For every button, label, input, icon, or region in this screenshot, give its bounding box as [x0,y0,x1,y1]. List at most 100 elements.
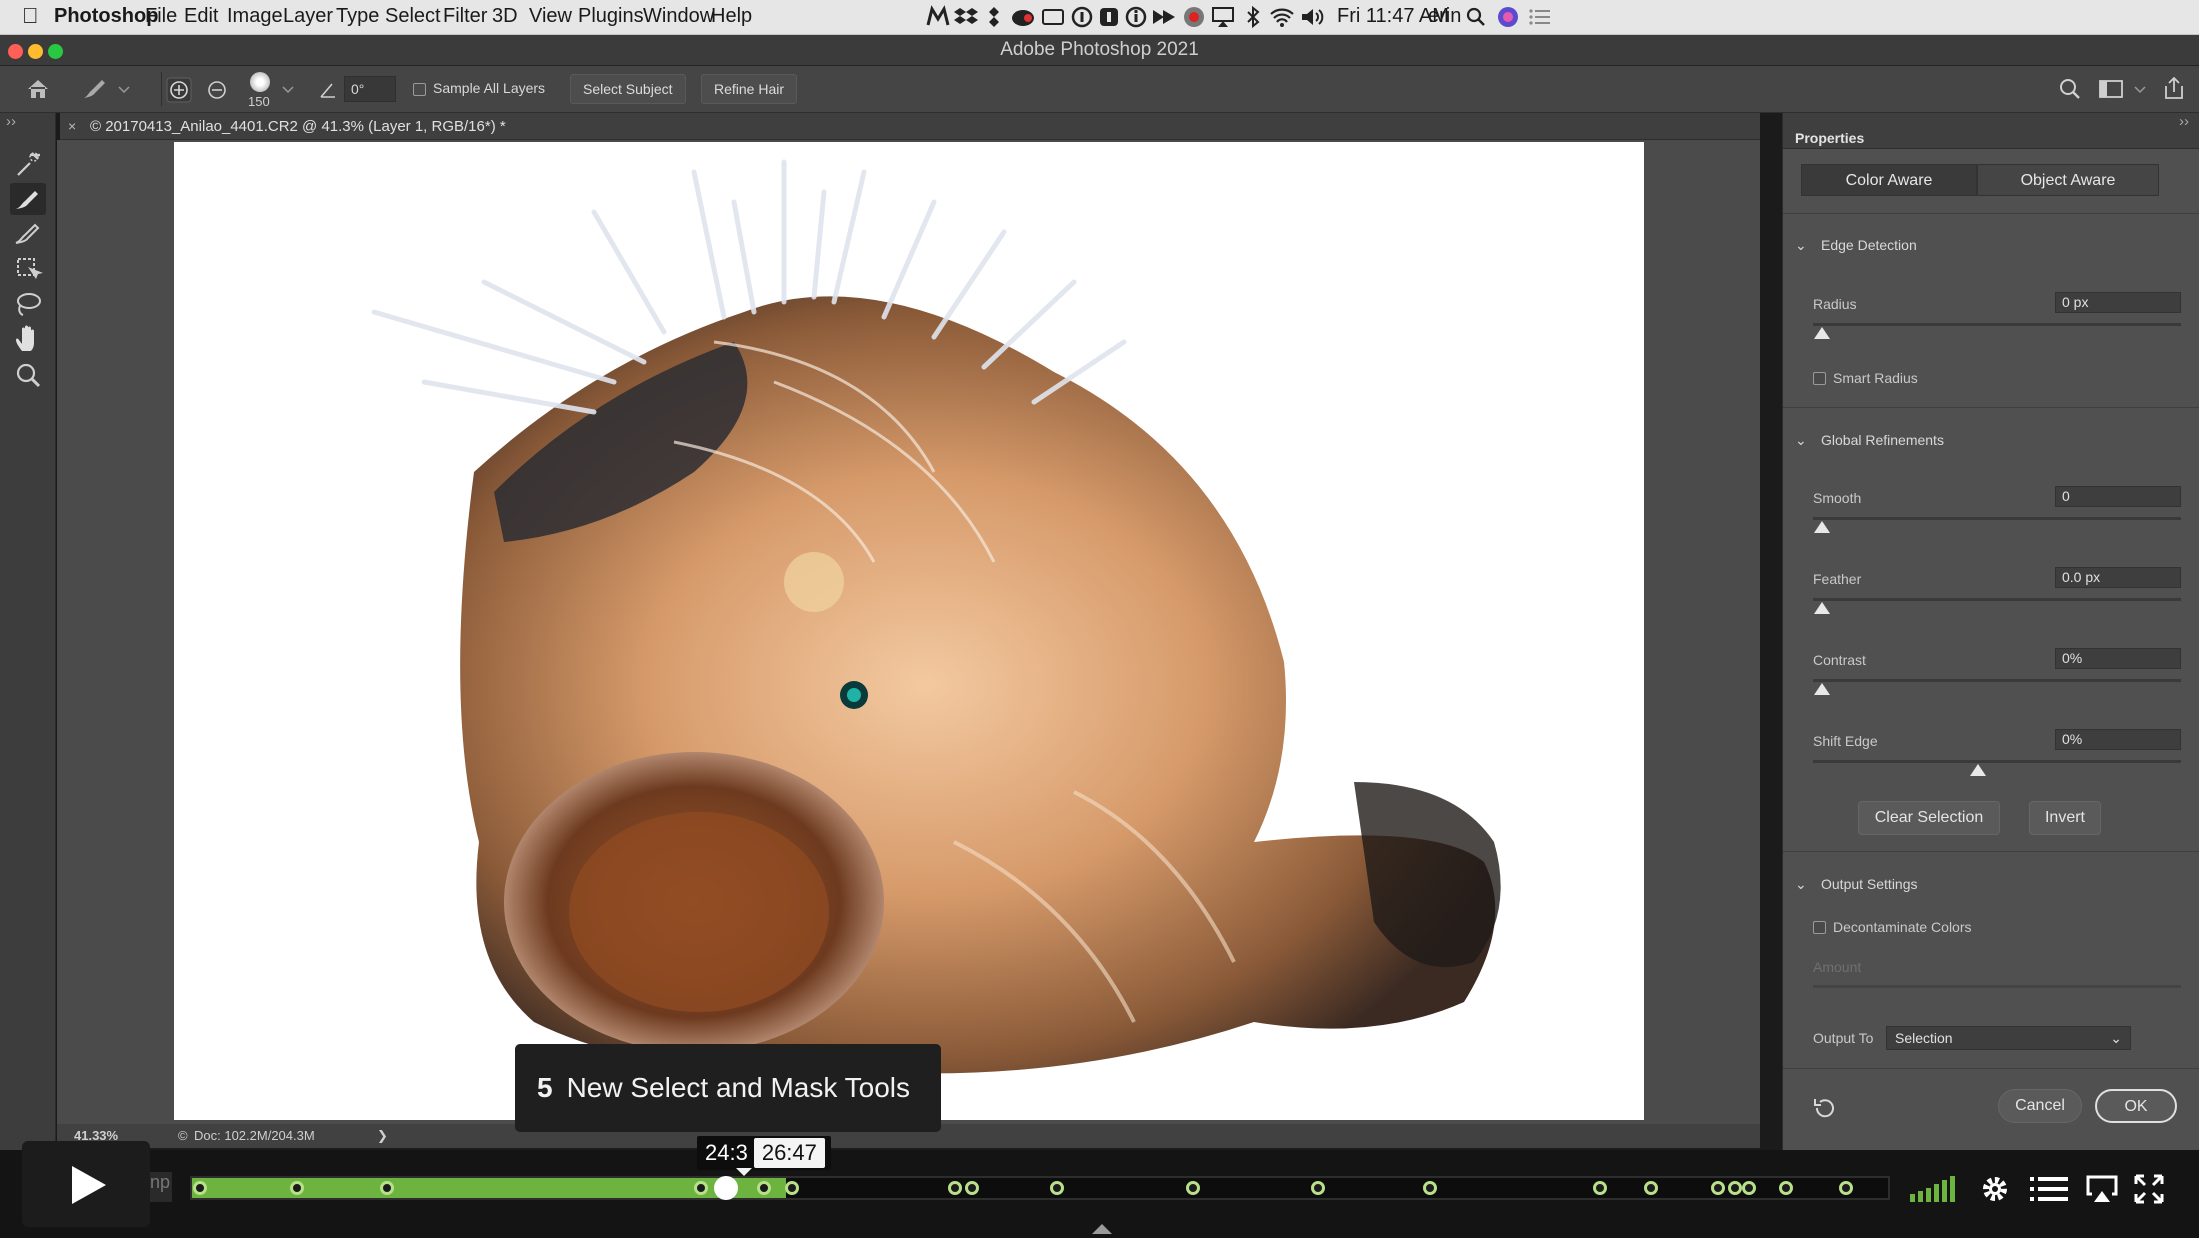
smart-radius-label[interactable]: Smart Radius [1833,370,1918,386]
workspace-chevron-icon[interactable] [2134,86,2146,94]
chapter-marker[interactable] [785,1181,799,1195]
object-selection-tool[interactable] [10,253,46,285]
malwarebytes-icon[interactable] [925,5,951,29]
share-icon[interactable] [2163,76,2185,100]
spotlight-search-icon[interactable] [1463,5,1489,29]
creative-cloud-icon[interactable] [1010,5,1036,29]
clear-selection-button[interactable]: Clear Selection [1858,801,2000,835]
ok-button[interactable]: OK [2095,1089,2177,1123]
quick-selection-tool[interactable] [10,149,46,181]
chapter-marker[interactable] [1711,1181,1725,1195]
apple-menu-icon[interactable]:  [22,3,39,29]
object-aware-tab[interactable]: Object Aware [1977,164,2159,196]
menu-view[interactable]: View [529,5,572,28]
workspace-icon[interactable] [2098,78,2124,100]
bluetooth-icon[interactable] [1240,5,1266,29]
menu-edit[interactable]: Edit [184,5,218,28]
decontaminate-colors-label[interactable]: Decontaminate Colors [1833,919,1972,935]
chapter-marker[interactable] [1593,1181,1607,1195]
doc-size[interactable]: Doc: 102.2M/204.3M [194,1128,315,1143]
cancel-button[interactable]: Cancel [1998,1089,2082,1123]
document-canvas[interactable] [174,142,1644,1120]
menu-plugins[interactable]: Plugins [578,5,644,28]
status-arrow-icon[interactable]: ❯ [377,1128,388,1144]
brush-size-value[interactable]: 150 [248,94,270,109]
chapter-marker[interactable] [193,1181,207,1195]
display-icon[interactable] [1040,5,1066,29]
sample-all-layers-checkbox[interactable] [413,83,426,96]
invert-button[interactable]: Invert [2029,801,2101,835]
play-button[interactable] [22,1141,150,1227]
contrast-slider-thumb[interactable] [1814,683,1830,695]
menu-type[interactable]: Type [336,5,379,28]
decontaminate-colors-checkbox[interactable] [1813,921,1826,934]
chapter-marker[interactable] [757,1181,771,1195]
airplay-icon[interactable] [1210,5,1236,29]
menu-file[interactable]: File [145,5,177,28]
reset-icon[interactable] [1811,1095,1837,1121]
siri-icon[interactable] [1495,5,1521,29]
collapse-tools-icon[interactable]: ›› [6,113,16,130]
shift-edge-slider-thumb[interactable] [1970,764,1986,776]
smooth-slider-thumb[interactable] [1814,521,1830,533]
global-refinements-section[interactable]: ⌄ Global Refinements [1795,432,1944,449]
chapter-marker[interactable] [1311,1181,1325,1195]
notification-center-icon[interactable] [1527,5,1553,29]
menu-help[interactable]: Help [711,5,752,28]
chapter-marker[interactable] [948,1181,962,1195]
sample-all-layers-label[interactable]: Sample All Layers [433,80,545,96]
menu-app-name[interactable]: Photoshop [54,5,158,28]
collapse-panel-icon[interactable]: ›› [2179,113,2189,130]
contrast-field[interactable]: 0% [2055,648,2181,669]
fullscreen-icon[interactable] [2134,1174,2164,1204]
airplay-icon[interactable] [2086,1174,2118,1204]
radius-field[interactable]: 0 px [2055,292,2181,313]
chapter-marker[interactable] [1728,1181,1742,1195]
refine-edge-brush-tool[interactable] [10,183,46,215]
feather-slider-track[interactable] [1813,598,2181,601]
shift-edge-field[interactable]: 0% [2055,729,2181,750]
brush-preview-icon[interactable] [250,72,270,92]
menu-select[interactable]: Select [385,5,441,28]
chapter-marker[interactable] [380,1181,394,1195]
chevron-down-icon[interactable] [118,86,130,94]
record-icon[interactable] [1181,5,1207,29]
menu-layer[interactable]: Layer [283,5,333,28]
hand-tool[interactable] [10,323,46,355]
color-aware-tab[interactable]: Color Aware [1801,164,1977,196]
info-icon[interactable] [1123,5,1149,29]
close-tab-icon[interactable]: × [68,118,76,134]
refine-edge-brush-icon[interactable] [80,76,110,102]
chapter-marker[interactable] [1644,1181,1658,1195]
edge-detection-section[interactable]: ⌄ Edge Detection [1795,237,1917,254]
chapter-marker[interactable] [1423,1181,1437,1195]
feather-field[interactable]: 0.0 px [2055,567,2181,588]
radius-slider-thumb[interactable] [1814,327,1830,339]
refine-hair-button[interactable]: Refine Hair [701,74,798,104]
progress-scrubber[interactable] [714,1176,738,1200]
add-to-selection-icon[interactable] [166,77,192,103]
volume-icon[interactable] [1299,5,1325,29]
angle-field[interactable]: 0° [344,76,396,102]
home-icon[interactable] [26,78,50,100]
shift-edge-slider-track[interactable] [1813,760,2181,763]
chapter-marker[interactable] [694,1181,708,1195]
smart-radius-checkbox[interactable] [1813,372,1826,385]
chapter-marker[interactable] [1839,1181,1853,1195]
smooth-slider-track[interactable] [1813,517,2181,520]
fast-forward-icon[interactable] [1151,5,1177,29]
select-subject-button[interactable]: Select Subject [570,74,686,104]
chapter-marker[interactable] [1779,1181,1793,1195]
dropbox-alt-icon[interactable] [981,5,1007,29]
chapter-marker[interactable] [965,1181,979,1195]
wifi-icon[interactable] [1269,5,1295,29]
chapter-marker[interactable] [290,1181,304,1195]
lasso-tool[interactable] [10,289,46,321]
settings-gear-icon[interactable] [1978,1172,2012,1206]
menu-image[interactable]: Image [227,5,283,28]
volume-bars-icon[interactable] [1910,1174,1958,1202]
chapters-list-icon[interactable] [2030,1174,2068,1204]
zoom-tool[interactable] [10,359,46,391]
menubar-user[interactable]: erin [1428,5,1461,28]
menu-filter[interactable]: Filter [443,5,487,28]
